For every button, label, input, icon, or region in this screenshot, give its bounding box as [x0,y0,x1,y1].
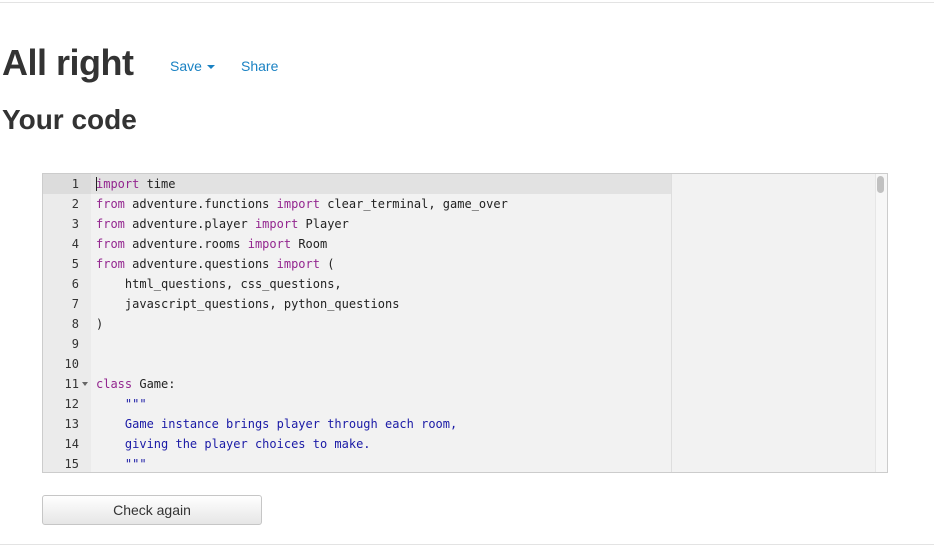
save-label: Save [170,58,202,74]
line-number: 10 [64,357,79,371]
keyword-token: from [96,237,125,251]
keyword-token: import [96,177,140,191]
code-token: time [139,177,176,191]
code-line[interactable]: 15 """ [43,454,875,472]
code-text: html_questions, css_questions, [96,274,342,294]
code-line[interactable]: 4 from adventure.rooms import Room [43,234,875,254]
code-token: ( [319,257,335,271]
bottom-divider [0,544,934,545]
code-line[interactable]: 13 Game instance brings player through e… [43,414,875,434]
section-title: Your code [2,104,137,135]
string-token: """ [96,457,147,471]
line-number: 3 [71,217,79,231]
page-title: All right [2,42,134,83]
text-cursor [96,177,97,191]
code-text: """ [96,454,147,472]
code-line[interactable]: 10 [43,354,875,374]
share-link[interactable]: Share [241,58,278,74]
code-line[interactable]: 2 from adventure.functions import clear_t… [43,194,875,214]
line-number: 7 [71,297,79,311]
keyword-token: import [247,237,292,251]
code-token: Room [291,237,328,251]
fold-toggle-icon[interactable] [82,382,88,386]
code-line[interactable]: 1 import time [43,174,875,194]
code-line[interactable]: 11 class Game: [43,374,875,394]
keyword-token: from [96,217,125,231]
code-line[interactable]: 14 giving the player choices to make. [43,434,875,454]
keyword-token: class [96,377,133,391]
code-text: from adventure.rooms import Room [96,234,327,254]
save-menu-button[interactable]: Save [170,58,215,74]
code-token: clear_terminal, game_over [319,197,508,211]
code-token: Game: [132,377,176,391]
code-line[interactable]: 9 [43,334,875,354]
string-token: Game instance brings player through each… [96,417,458,431]
code-token: adventure.questions [124,257,277,271]
code-line[interactable]: 7 javascript_questions, python_questions [43,294,875,314]
line-number: 11 [64,377,79,391]
code-line[interactable]: 12 """ [43,394,875,414]
check-again-button[interactable]: Check again [42,495,262,525]
code-text: from adventure.player import Player [96,214,349,234]
code-token: Player [298,217,349,231]
code-token: adventure.player [124,217,255,231]
code-text: giving the player choices to make. [96,434,371,454]
scrollbar-thumb[interactable] [877,176,884,193]
line-number: 6 [71,277,79,291]
code-text: from adventure.functions import clear_te… [96,194,508,214]
code-line[interactable]: 6 html_questions, css_questions, [43,274,875,294]
code-line[interactable]: 5 from adventure.questions import ( [43,254,875,274]
caret-down-icon [206,64,215,69]
line-number: 5 [71,257,79,271]
code-text: class Game: [96,374,175,394]
code-line[interactable]: 3 from adventure.player import Player [43,214,875,234]
keyword-token: import [276,257,320,271]
line-number: 1 [71,177,79,191]
code-line[interactable]: 8) [43,314,875,334]
keyword-token: from [96,197,125,211]
keyword-token: import [276,197,320,211]
code-token: html_questions, css_questions, [96,277,342,291]
top-divider [0,2,934,3]
line-number: 4 [71,237,79,251]
code-lines: 1 import time 2 from adventure.functions im… [43,174,875,472]
code-text: javascript_questions, python_questions [96,294,400,314]
code-token: javascript_questions, python_questions [96,297,400,311]
code-token: adventure.functions [124,197,277,211]
code-text: Game instance brings player through each… [96,414,457,434]
line-number: 8 [71,317,79,331]
code-text: ) [96,314,103,334]
line-number: 2 [71,197,79,211]
code-token: ) [96,317,104,331]
code-text: from adventure.questions import ( [96,254,334,274]
keyword-token: import [254,217,299,231]
line-number: 12 [64,397,79,411]
line-number: 15 [64,457,79,471]
code-text: import time [96,174,175,194]
code-editor[interactable]: 1 import time 2 from adventure.functions im… [42,173,888,473]
line-number: 14 [64,437,79,451]
code-text: """ [96,394,147,414]
string-token: """ [96,397,147,411]
code-token: adventure.rooms [124,237,248,251]
line-number: 9 [71,337,79,351]
string-token: giving the player choices to make. [96,437,371,451]
keyword-token: from [96,257,125,271]
line-number: 13 [64,417,79,431]
vertical-scrollbar[interactable] [875,174,887,472]
